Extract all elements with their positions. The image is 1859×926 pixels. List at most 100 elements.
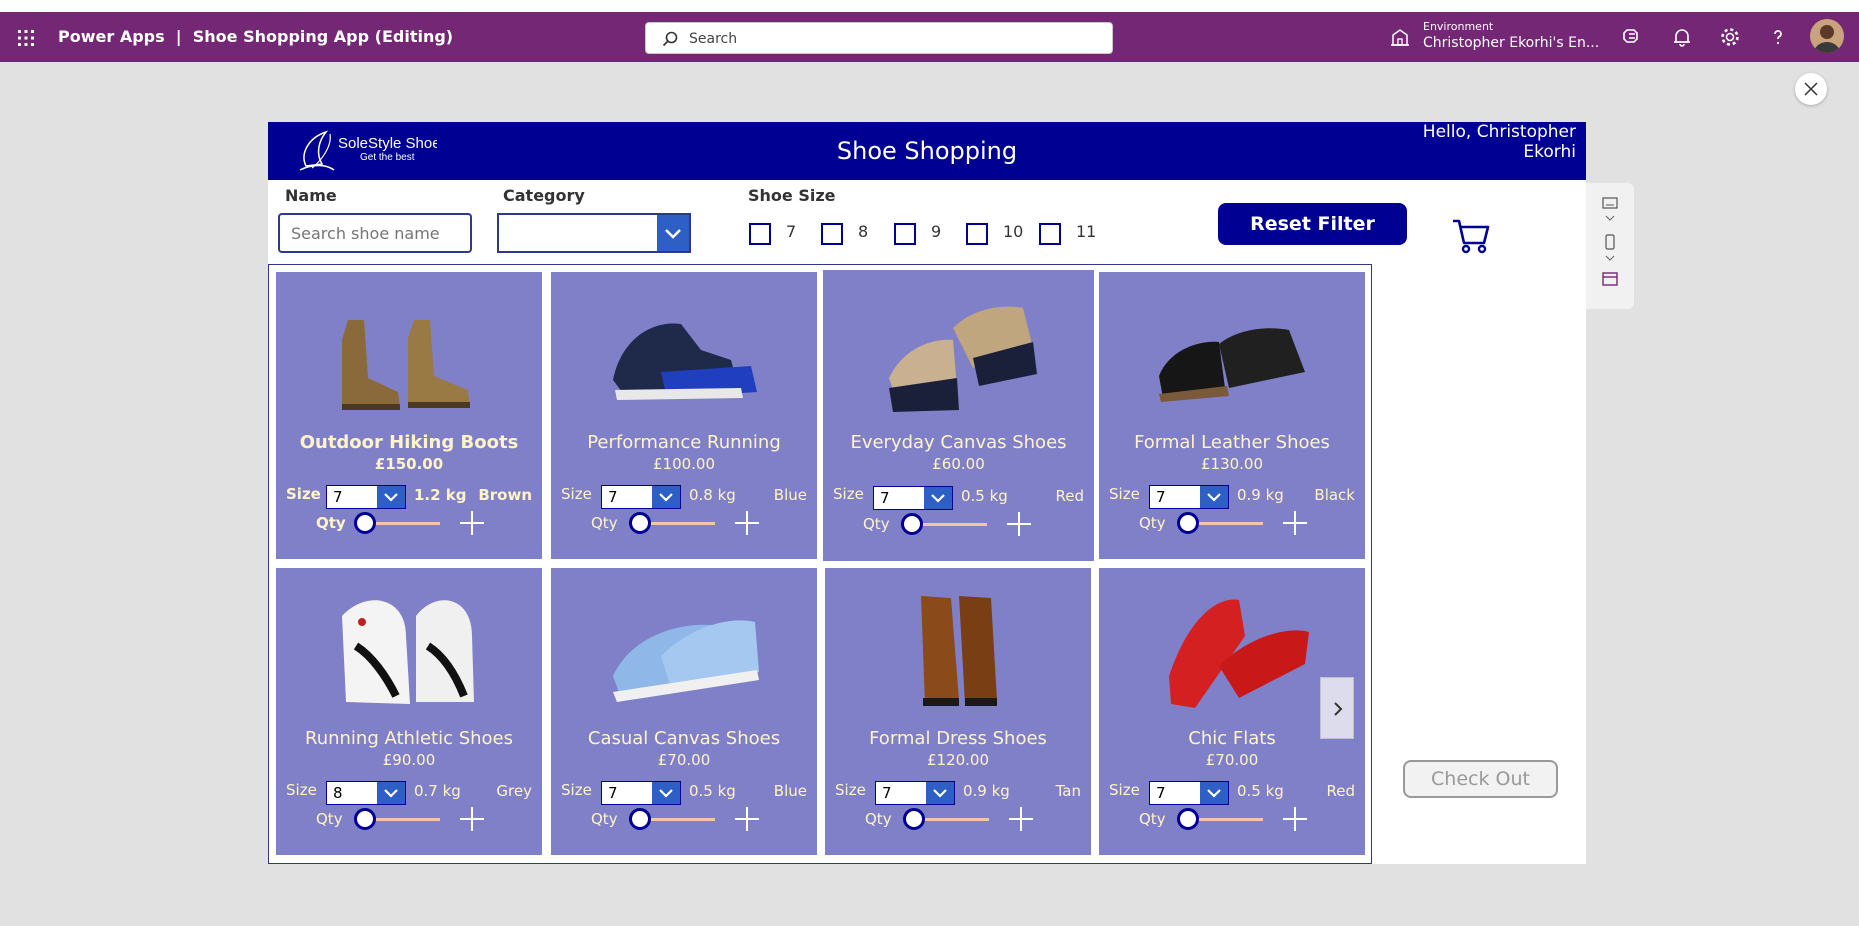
qty-slider-handle[interactable] — [354, 808, 376, 830]
global-search-box[interactable]: Search — [645, 22, 1113, 54]
environment-label: Environment — [1423, 20, 1494, 33]
qty-slider-handle[interactable] — [354, 512, 376, 534]
size-dropdown-button[interactable] — [1200, 486, 1228, 508]
size-dropdown[interactable]: 7 — [1149, 485, 1229, 509]
qty-slider-handle[interactable] — [903, 808, 925, 830]
size-label: Size — [835, 781, 866, 799]
qty-slider-handle[interactable] — [629, 512, 651, 534]
app-launcher-icon[interactable] — [16, 28, 36, 48]
product-image-casual-canvas-shoes — [613, 620, 759, 702]
device-preview-panel — [1586, 183, 1634, 309]
calendar-icon[interactable] — [1602, 272, 1618, 286]
product-card[interactable]: Running Athletic Shoes £90.00 Size 8 0.7… — [276, 568, 542, 855]
chevron-down-icon[interactable] — [1605, 215, 1615, 221]
product-card[interactable]: Formal Dress Shoes £120.00 Size 7 0.9 kg… — [825, 568, 1091, 855]
checkout-button[interactable]: Check Out — [1403, 760, 1558, 798]
app-canvas: SoleStyle Shoe Get the best Shoe Shoppin… — [268, 122, 1586, 864]
product-image-canvas-shoes — [889, 306, 1037, 412]
environment-name[interactable]: Christopher Ekorhi's En... — [1423, 35, 1599, 51]
product-card[interactable]: Outdoor Hiking Boots £150.00 Size 7 1.2 … — [276, 272, 542, 559]
qty-slider-handle[interactable] — [629, 808, 651, 830]
size-dropdown-button[interactable] — [1200, 782, 1228, 804]
environment-icon[interactable] — [1389, 27, 1411, 47]
app-title: Shoe Shopping — [836, 137, 1018, 165]
size-checkbox-10[interactable] — [966, 223, 988, 245]
size-dropdown-button[interactable] — [377, 782, 405, 804]
close-preview-button[interactable] — [1795, 73, 1827, 105]
selected-size: 7 — [333, 488, 343, 506]
reset-filter-button[interactable]: Reset Filter — [1218, 203, 1407, 245]
phone-preview-icon[interactable] — [1605, 234, 1615, 250]
size-label: Size — [561, 485, 592, 503]
qty-label: Qty — [863, 515, 890, 533]
product-card[interactable]: Performance Running £100.00 Size 7 0.8 k… — [551, 272, 817, 559]
product-gallery[interactable]: Outdoor Hiking Boots £150.00 Size 7 1.2 … — [268, 264, 1372, 864]
gallery-next-button[interactable] — [1320, 677, 1354, 739]
qty-slider-handle[interactable] — [1177, 512, 1199, 534]
product-price: £150.00 — [374, 455, 444, 473]
product-price: £100.00 — [652, 455, 716, 473]
category-dropdown-button[interactable] — [657, 215, 689, 251]
chevron-down-icon — [1207, 493, 1221, 502]
product-weight: 0.7 kg — [414, 782, 461, 800]
size-dropdown[interactable]: 7 — [601, 781, 681, 805]
chevron-down-icon[interactable] — [1605, 255, 1615, 261]
add-to-cart-plus-icon[interactable] — [1282, 510, 1308, 536]
product-price: £130.00 — [1200, 455, 1264, 473]
notifications-bell-icon[interactable] — [1670, 25, 1694, 49]
shoe-name-search-input[interactable] — [278, 213, 472, 253]
size-dropdown-button[interactable] — [924, 487, 952, 509]
size-dropdown[interactable]: 7 — [1149, 781, 1229, 805]
product-color: Blue — [773, 486, 807, 504]
selected-size: 7 — [608, 488, 618, 506]
product-color: Blue — [773, 782, 807, 800]
size-checkbox-9[interactable] — [894, 223, 916, 245]
size-dropdown-button[interactable] — [377, 486, 405, 508]
product-card[interactable]: Everyday Canvas Shoes £60.00 Size 7 0.5 … — [823, 270, 1094, 561]
copilot-icon[interactable] — [1620, 25, 1644, 49]
qty-slider-handle[interactable] — [901, 513, 923, 535]
add-to-cart-plus-icon[interactable] — [734, 510, 760, 536]
category-dropdown[interactable] — [497, 213, 691, 253]
size-checkbox-8[interactable] — [821, 223, 843, 245]
product-card[interactable]: Formal Leather Shoes £130.00 Size 7 0.9 … — [1099, 272, 1365, 559]
size-dropdown[interactable]: 7 — [326, 485, 406, 509]
product-weight: 0.9 kg — [1237, 486, 1284, 504]
product-name: Everyday Canvas Shoes — [850, 432, 1067, 453]
qty-label: Qty — [316, 810, 343, 828]
add-to-cart-plus-icon[interactable] — [1006, 511, 1032, 537]
product-name: Formal Leather Shoes — [1134, 432, 1330, 453]
size-dropdown-button[interactable] — [926, 782, 954, 804]
qty-slider-handle[interactable] — [1177, 808, 1199, 830]
add-to-cart-plus-icon[interactable] — [1008, 806, 1034, 832]
product-card[interactable]: Casual Canvas Shoes £70.00 Size 7 0.5 kg… — [551, 568, 817, 855]
close-icon — [1804, 82, 1818, 96]
size-dropdown[interactable]: 8 — [326, 781, 406, 805]
product-color: Tan — [1055, 782, 1081, 800]
size-label: Size — [561, 781, 592, 799]
shopping-cart-icon[interactable] — [1451, 217, 1491, 255]
greeting-line-1: Hello, Christopher — [1422, 122, 1576, 142]
add-to-cart-plus-icon[interactable] — [734, 806, 760, 832]
add-to-cart-plus-icon[interactable] — [1282, 806, 1308, 832]
product-image-athletic-shoes — [342, 600, 474, 704]
product-price: £70.00 — [1205, 751, 1259, 769]
size-checkbox-7[interactable] — [749, 223, 771, 245]
size-dropdown[interactable]: 7 — [601, 485, 681, 509]
app-header: SoleStyle Shoe Get the best Shoe Shoppin… — [268, 122, 1586, 180]
size-dropdown-button[interactable] — [652, 782, 680, 804]
size-checkbox-11[interactable] — [1039, 223, 1061, 245]
add-to-cart-plus-icon[interactable] — [459, 806, 485, 832]
add-to-cart-plus-icon[interactable] — [459, 510, 485, 536]
product-image-running-shoes — [613, 323, 757, 400]
settings-gear-icon[interactable] — [1718, 25, 1742, 49]
product-name: Formal Dress Shoes — [869, 728, 1047, 749]
size-dropdown-button[interactable] — [652, 486, 680, 508]
help-question-icon[interactable] — [1766, 25, 1790, 49]
size-dropdown[interactable]: 7 — [875, 781, 955, 805]
user-avatar[interactable] — [1810, 19, 1844, 53]
product-name: Outdoor Hiking Boots — [299, 432, 519, 453]
size-dropdown[interactable]: 7 — [873, 486, 953, 510]
product-image-dress-shoes — [921, 596, 997, 706]
desktop-preview-icon[interactable] — [1602, 197, 1618, 211]
